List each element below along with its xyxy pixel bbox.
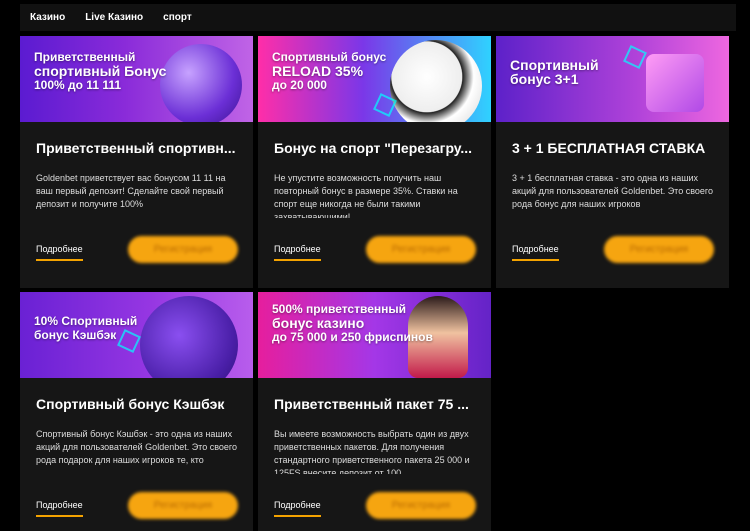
banner-text: Спортивный бонус 3+1: [510, 57, 599, 87]
nav-item-live-casino[interactable]: Live Казино: [75, 12, 153, 23]
promo-card: 500% приветственный бонус казино до 75 0…: [258, 292, 491, 531]
register-button[interactable]: Регистрация: [366, 492, 476, 519]
more-link[interactable]: Подробнее: [36, 500, 83, 517]
card-description: Не упустите возможность получить наш пов…: [274, 173, 458, 218]
banner-text: Спортивный бонус RELOAD 35% до 20 000: [272, 50, 387, 92]
promo-card: Спортивный бонус RELOAD 35% до 20 000 Бо…: [258, 36, 491, 288]
promo-card: Спортивный бонус 3+1 3 + 1 БЕСПЛАТНАЯ СТ…: [496, 36, 729, 288]
register-button[interactable]: Регистрация: [604, 236, 714, 263]
register-button[interactable]: Регистрация: [366, 236, 476, 263]
more-link[interactable]: Подробнее: [36, 244, 83, 261]
card-title: Приветственный пакет 75 ...: [274, 396, 469, 412]
register-button[interactable]: Регистрация: [128, 492, 238, 519]
nav-item-casino[interactable]: Казино: [20, 12, 75, 23]
tennis-ball-icon: [140, 296, 238, 378]
football-icon: [160, 44, 242, 122]
card-description: 3 + 1 бесплатная ставка - это одна из на…: [512, 173, 713, 209]
nav-item-sport[interactable]: спорт: [153, 12, 202, 23]
soccer-ball-icon: [390, 40, 482, 122]
banner-text: 500% приветственный бонус казино до 75 0…: [272, 302, 433, 344]
more-link[interactable]: Подробнее: [274, 500, 321, 517]
promo-card: Приветственный спортивный Бонус 100% до …: [20, 36, 253, 288]
card-title: Бонус на спорт "Перезагру...: [274, 140, 473, 156]
more-link[interactable]: Подробнее: [274, 244, 321, 261]
banner-text: 10% Спортивный бонус Кэшбэк: [34, 314, 138, 342]
card-title: Приветственный спортивн...: [36, 140, 236, 156]
promo-banner[interactable]: Спортивный бонус 3+1: [496, 36, 729, 122]
banner-text: Приветственный спортивный Бонус 100% до …: [34, 50, 167, 92]
promo-banner[interactable]: Приветственный спортивный Бонус 100% до …: [20, 36, 253, 122]
promo-card: 10% Спортивный бонус Кэшбэк Спортивный б…: [20, 292, 253, 531]
number-three-icon: [646, 54, 704, 112]
card-title: 3 + 1 БЕСПЛАТНАЯ СТАВКА: [512, 140, 706, 156]
more-link[interactable]: Подробнее: [512, 244, 559, 261]
promo-banner[interactable]: 500% приветственный бонус казино до 75 0…: [258, 292, 491, 378]
card-description: Goldenbet приветствует вас бонусом 11 11…: [36, 173, 226, 209]
card-description: Спортивный бонус Кэшбэк - это одна из на…: [36, 429, 237, 465]
card-description: Вы имеете возможность выбрать один из дв…: [274, 429, 470, 474]
top-navigation: Казино Live Казино спорт: [20, 4, 736, 31]
card-title: Спортивный бонус Кэшбэк: [36, 396, 225, 412]
register-button[interactable]: Регистрация: [128, 236, 238, 263]
decor-cube-icon: [623, 45, 647, 69]
promo-banner[interactable]: 10% Спортивный бонус Кэшбэк: [20, 292, 253, 378]
promo-banner[interactable]: Спортивный бонус RELOAD 35% до 20 000: [258, 36, 491, 122]
